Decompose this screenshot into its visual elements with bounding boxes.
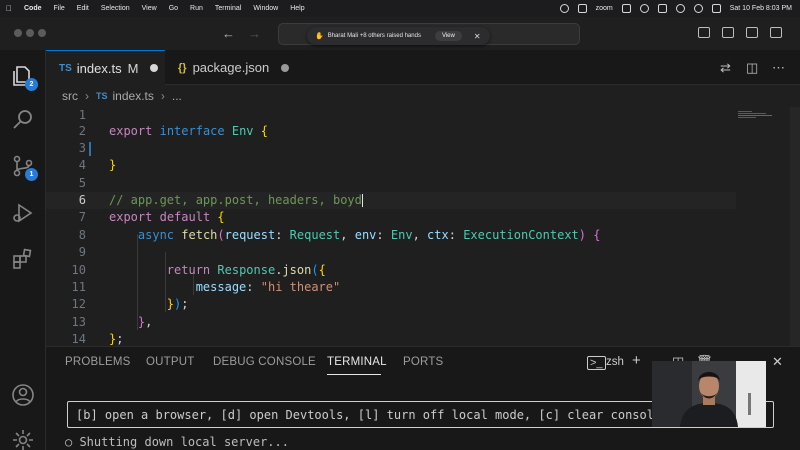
menu-run[interactable]: Run: [184, 5, 209, 12]
menu-file[interactable]: File: [48, 5, 71, 12]
editor-tab-bar: TS index.ts M {} package.json ⇄ ◫ ⋯: [46, 50, 800, 85]
zoom-status-label[interactable]: zoom: [596, 5, 613, 12]
code-line: 9: [78, 245, 86, 259]
terminal-icon: >_: [587, 356, 606, 370]
customize-layout-icon[interactable]: [770, 27, 782, 38]
toggle-sidebar-icon[interactable]: [698, 27, 710, 38]
zoom-window-button[interactable]: [38, 29, 46, 37]
explorer-badge: 2: [25, 78, 38, 91]
json-file-icon: {}: [178, 61, 187, 74]
menu-selection[interactable]: Selection: [95, 5, 136, 12]
code-line: 5: [78, 176, 86, 190]
code-line: 14};: [71, 332, 124, 346]
new-terminal-icon[interactable]: +: [632, 352, 641, 369]
tab-terminal[interactable]: TERMINAL: [327, 356, 387, 368]
battery-icon[interactable]: [657, 4, 667, 13]
menu-view[interactable]: View: [136, 5, 163, 12]
menu-window[interactable]: Window: [247, 5, 284, 12]
presenter-video-image: [652, 361, 766, 427]
code-line: 12 });: [71, 297, 189, 311]
close-icon[interactable]: ✕: [474, 32, 481, 41]
typescript-file-icon: TS: [96, 91, 108, 101]
tab-output[interactable]: OUTPUT: [146, 356, 194, 368]
breadcrumb: src › TS index.ts › ...: [46, 85, 800, 107]
code-line: 3: [78, 141, 86, 155]
raised-hands-notification: ✋ Bharat Mali +8 others raised hands Vie…: [307, 27, 490, 45]
split-editor-icon[interactable]: ◫: [746, 60, 758, 76]
typescript-file-icon: TS: [59, 62, 72, 74]
search-icon[interactable]: [693, 4, 703, 13]
source-control-badge: 1: [25, 168, 38, 181]
chevron-right-icon: ›: [85, 89, 89, 103]
code-line: 2 export interface Env {: [78, 124, 269, 138]
menu-help[interactable]: Help: [284, 5, 310, 12]
run-debug-icon[interactable]: [10, 200, 36, 226]
active-tab-underline: [327, 374, 381, 375]
camera-icon[interactable]: [577, 4, 587, 13]
extensions-icon[interactable]: [10, 246, 36, 272]
search-icon[interactable]: [10, 107, 36, 133]
macos-menubar:  Code File Edit Selection View Go Run T…: [0, 0, 800, 17]
notification-text: Bharat Mali +8 others raised hands: [327, 33, 421, 39]
tab-label: package.json: [192, 60, 270, 75]
code-line: 4}: [78, 158, 117, 172]
minimize-window-button[interactable]: [26, 29, 34, 37]
breadcrumb-more[interactable]: ...: [172, 89, 182, 103]
text-cursor: [361, 194, 363, 207]
toggle-secondary-sidebar-icon[interactable]: [746, 27, 758, 38]
menu-terminal[interactable]: Terminal: [209, 5, 247, 12]
tab-ports[interactable]: PORTS: [403, 356, 443, 368]
breadcrumb-folder[interactable]: src: [62, 89, 78, 103]
tab-index-ts[interactable]: TS index.ts M: [46, 50, 165, 85]
code-line: 8 async fetch(request: Request, env: Env…: [78, 228, 601, 242]
screen-record-icon[interactable]: [559, 4, 569, 13]
extension-icon[interactable]: [639, 4, 649, 13]
code-line-current: 6// app.get, app.post, headers, boyd: [46, 192, 736, 210]
wifi-icon[interactable]: [675, 4, 685, 13]
close-panel-icon[interactable]: ✕: [772, 354, 783, 370]
source-control-icon[interactable]: 1: [10, 153, 38, 181]
open-changes-icon[interactable]: ⇄: [720, 60, 731, 76]
apple-icon[interactable]: : [0, 4, 18, 13]
terminal-shell-name[interactable]: zsh: [606, 356, 624, 368]
close-window-button[interactable]: [14, 29, 22, 37]
clock[interactable]: Sat 10 Feb 8:03 PM: [730, 5, 792, 12]
menu-edit[interactable]: Edit: [71, 5, 95, 12]
modified-indicator: M: [127, 60, 139, 76]
activity-bar: 2 1: [0, 50, 46, 450]
webcam-video: [652, 361, 766, 427]
breadcrumb-file[interactable]: index.ts: [113, 89, 154, 103]
tab-debug-console[interactable]: DEBUG CONSOLE: [213, 356, 316, 368]
unsaved-dot-icon[interactable]: [281, 63, 290, 72]
tab-label: index.ts: [76, 60, 122, 76]
tab-package-json[interactable]: {} package.json: [165, 50, 301, 85]
display-icon[interactable]: [621, 4, 631, 13]
view-button[interactable]: View: [434, 31, 462, 41]
toggle-panel-icon[interactable]: [722, 27, 734, 38]
tab-problems[interactable]: PROBLEMS: [65, 356, 131, 368]
code-line: 10 return Response.json({: [71, 263, 326, 277]
code-line: 13 },: [71, 315, 153, 329]
back-arrow-icon[interactable]: ←: [222, 26, 235, 41]
settings-gear-icon[interactable]: [10, 427, 36, 450]
accounts-icon[interactable]: [10, 382, 36, 408]
chevron-right-icon: ›: [160, 89, 165, 103]
explorer-icon[interactable]: 2: [10, 63, 38, 91]
code-line: 11 message: "hi theare": [71, 280, 341, 294]
unsaved-dot-icon[interactable]: [150, 64, 159, 72]
code-line: 1: [78, 108, 86, 122]
code-line: 7 export default {: [78, 210, 225, 224]
menu-go[interactable]: Go: [163, 5, 184, 12]
forward-arrow-icon[interactable]: →: [248, 26, 261, 41]
terminal-status-line: ○ Shutting down local server...: [65, 435, 289, 449]
menu-app-name[interactable]: Code: [18, 5, 48, 12]
more-actions-icon[interactable]: ⋯: [772, 60, 785, 76]
terminal-hint-line: [b] open a browser, [d] open Devtools, […: [76, 408, 698, 422]
control-center-icon[interactable]: [711, 4, 721, 13]
raised-hand-icon: ✋: [315, 33, 324, 40]
editor-scrollbar[interactable]: [790, 107, 800, 346]
code-editor[interactable]: 1 2 export interface Env { 3 4} 5 6// app…: [46, 107, 800, 346]
